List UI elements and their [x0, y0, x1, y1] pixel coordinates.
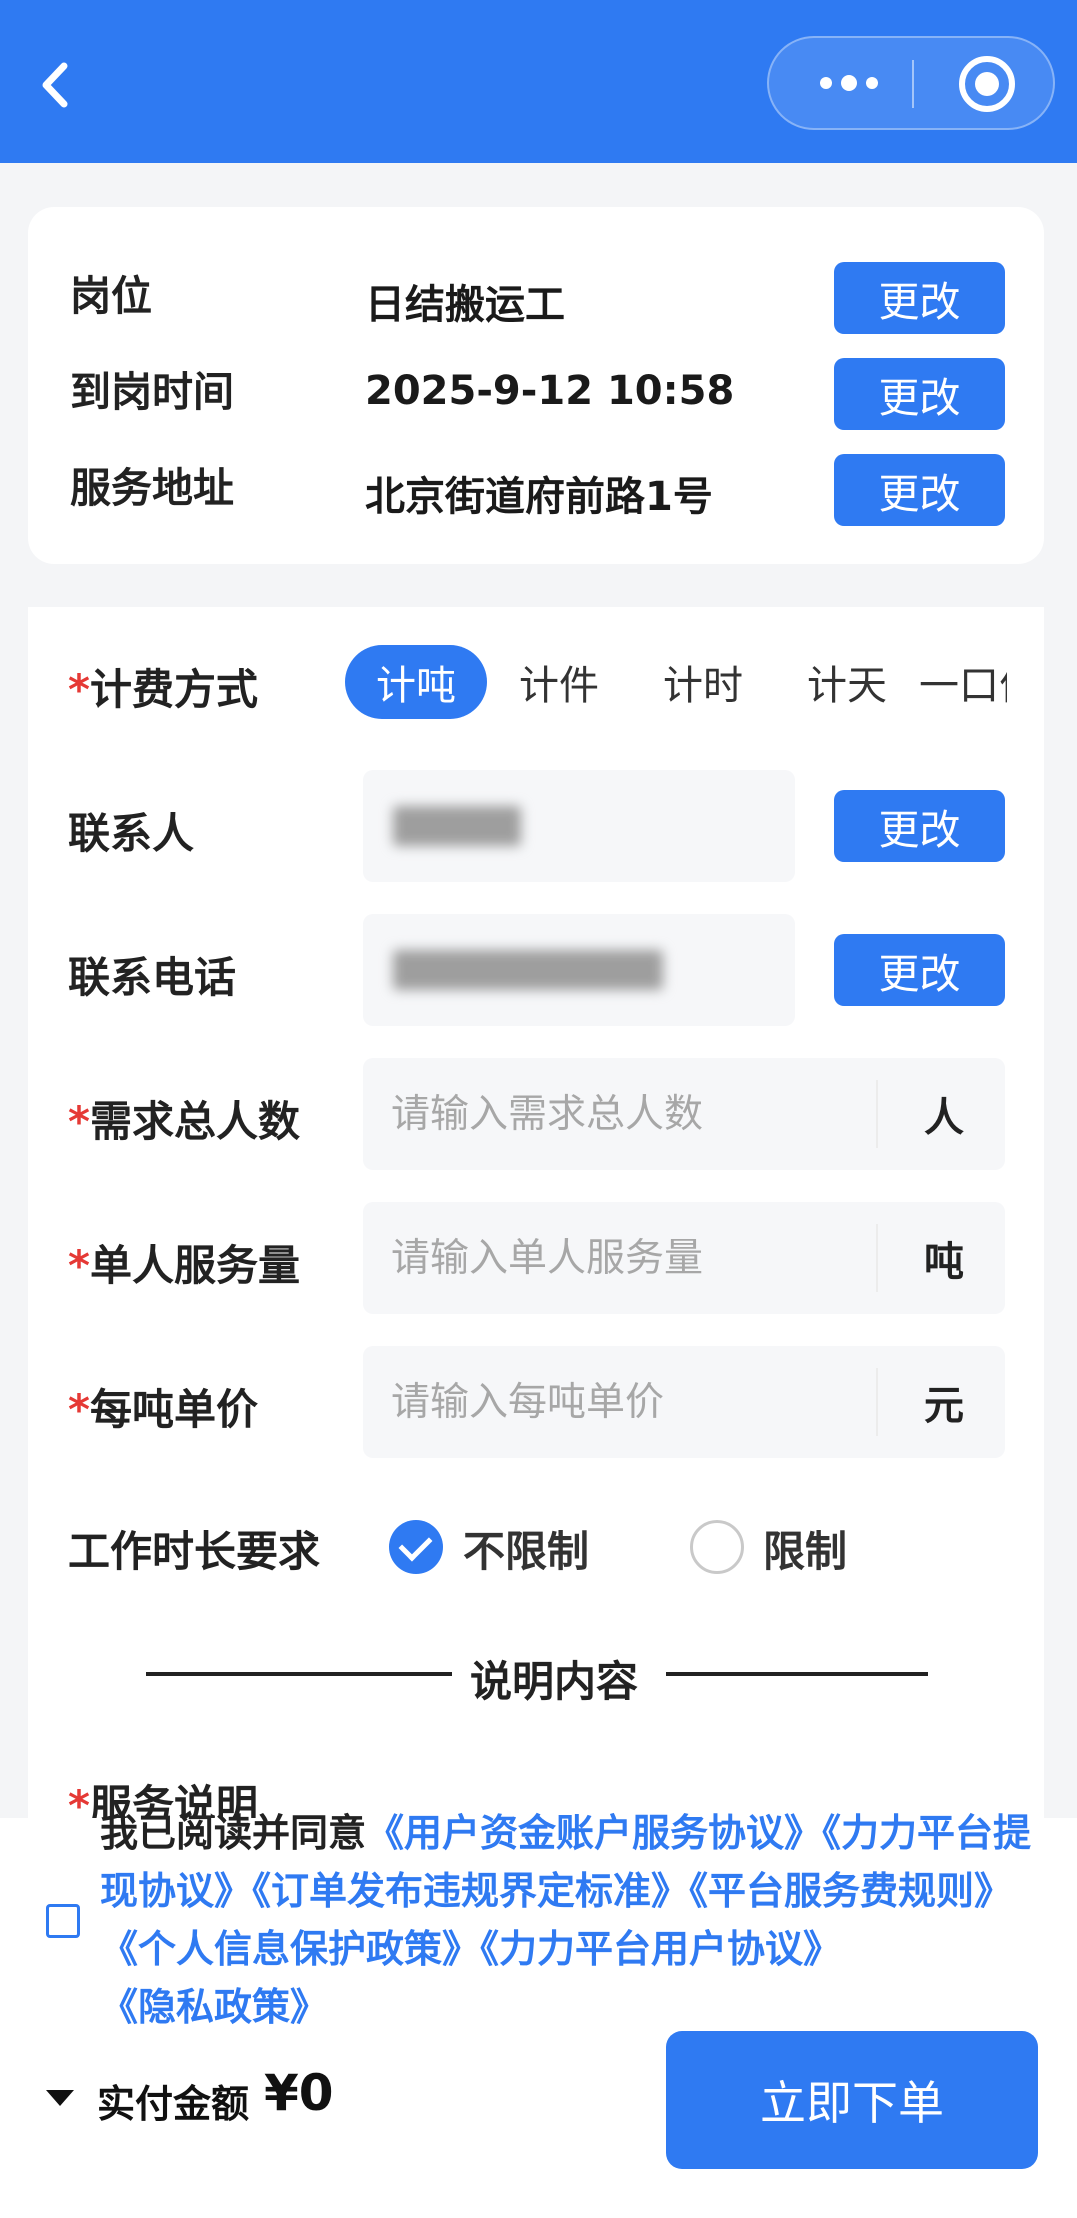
required-mark: * [68, 1097, 90, 1146]
service-address-value: 北京街道府前路1号 [365, 474, 713, 520]
contact-value-redacted [363, 770, 795, 882]
agreement-checkbox[interactable] [46, 1904, 80, 1938]
per-person-amount-text: 单人服务量 [89, 1241, 300, 1290]
headcount-unit: 人 [924, 1095, 964, 1141]
unit-price-text: 每吨单价 [89, 1385, 258, 1434]
billing-method-tabs: 计吨 计件 计时 计天 一口价 [345, 645, 1007, 719]
caret-down-icon[interactable] [46, 2090, 74, 2106]
record-circle-icon[interactable] [959, 56, 1015, 112]
change-address-button[interactable]: 更改 [834, 454, 1005, 526]
unit-divider [876, 1080, 878, 1148]
change-contact-button[interactable]: 更改 [834, 790, 1005, 862]
per-person-amount-field: 吨 [363, 1202, 1005, 1314]
radio-unlimited-label[interactable]: 不限制 [463, 1518, 589, 1579]
job-value: 日结搬运工 [365, 282, 565, 328]
radio-unlimited-checked[interactable] [389, 1520, 443, 1574]
tab-per-hour[interactable]: 计时 [631, 645, 775, 719]
radio-limited[interactable] [690, 1520, 744, 1574]
billing-method-text: 计费方式 [89, 665, 258, 714]
work-duration-label: 工作时长要求 [68, 1527, 321, 1576]
link-fund-account-agreement[interactable]: 《用户资金账户服务协议》 [366, 1811, 822, 1855]
unit-price-unit: 元 [924, 1383, 964, 1429]
capsule-divider [912, 60, 914, 108]
required-mark: * [68, 1385, 90, 1434]
pay-amount-label: 实付金额 [97, 2082, 250, 2126]
pay-amount-value: ¥0 [264, 2064, 334, 2122]
change-phone-button[interactable]: 更改 [834, 934, 1005, 1006]
tab-per-day[interactable]: 计天 [775, 645, 919, 719]
contact-label: 联系人 [68, 809, 195, 858]
change-arrival-time-button[interactable]: 更改 [834, 358, 1005, 430]
more-dots-icon[interactable] [799, 38, 899, 128]
headcount-text: 需求总人数 [89, 1097, 300, 1146]
billing-method-label: *计费方式 [68, 656, 258, 717]
phone-label: 联系电话 [68, 953, 237, 1002]
unit-divider [876, 1224, 878, 1292]
section-separator-left [146, 1672, 452, 1676]
agreement-text: 我已阅读并同意《用户资金账户服务协议》《力力平台提现协议》《订单发布违规界定标准… [100, 1804, 1040, 2036]
link-privacy-policy[interactable]: 《隐私政策》 [100, 1985, 328, 2029]
back-button[interactable] [28, 52, 88, 118]
agreement-prefix: 我已阅读并同意 [100, 1811, 367, 1855]
place-order-button[interactable]: 立即下单 [666, 2031, 1038, 2169]
headcount-label: *需求总人数 [68, 1088, 300, 1149]
tab-per-ton[interactable]: 计吨 [345, 645, 487, 719]
unit-price-label: *每吨单价 [68, 1376, 258, 1437]
link-user-agreement[interactable]: 《力力平台用户协议》 [480, 1927, 841, 1971]
arrival-time-label: 到岗时间 [70, 368, 234, 416]
service-address-label: 服务地址 [70, 464, 234, 512]
tab-per-piece[interactable]: 计件 [487, 645, 631, 719]
unit-divider [876, 1368, 878, 1436]
required-mark: * [68, 1241, 90, 1290]
top-navigation-bar [0, 0, 1077, 163]
per-person-amount-input[interactable] [391, 1202, 871, 1314]
link-service-fee-rules[interactable]: 《平台服务费规则》 [689, 1869, 1012, 1913]
mini-program-capsule [767, 36, 1055, 130]
per-person-amount-unit: 吨 [924, 1239, 964, 1285]
radio-limited-label[interactable]: 限制 [763, 1518, 847, 1579]
unit-price-input[interactable] [391, 1346, 871, 1458]
headcount-field: 人 [363, 1058, 1005, 1170]
arrival-time-value: 2025-9-12 10:58 [365, 368, 735, 414]
section-title: 说明内容 [470, 1657, 639, 1706]
headcount-input[interactable] [391, 1058, 871, 1170]
section-separator-right [666, 1672, 928, 1676]
chevron-left-icon [42, 62, 68, 108]
job-label: 岗位 [70, 272, 152, 320]
link-personal-info-policy[interactable]: 《个人信息保护政策》 [100, 1927, 480, 1971]
required-mark: * [68, 665, 90, 714]
change-job-button[interactable]: 更改 [834, 262, 1005, 334]
per-person-amount-label: *单人服务量 [68, 1232, 300, 1293]
link-order-violation-standard[interactable]: 《订单发布违规界定标准》 [252, 1869, 689, 1913]
unit-price-field: 元 [363, 1346, 1005, 1458]
phone-value-redacted [363, 914, 795, 1026]
tab-fixed-price[interactable]: 一口价 [919, 645, 1007, 719]
